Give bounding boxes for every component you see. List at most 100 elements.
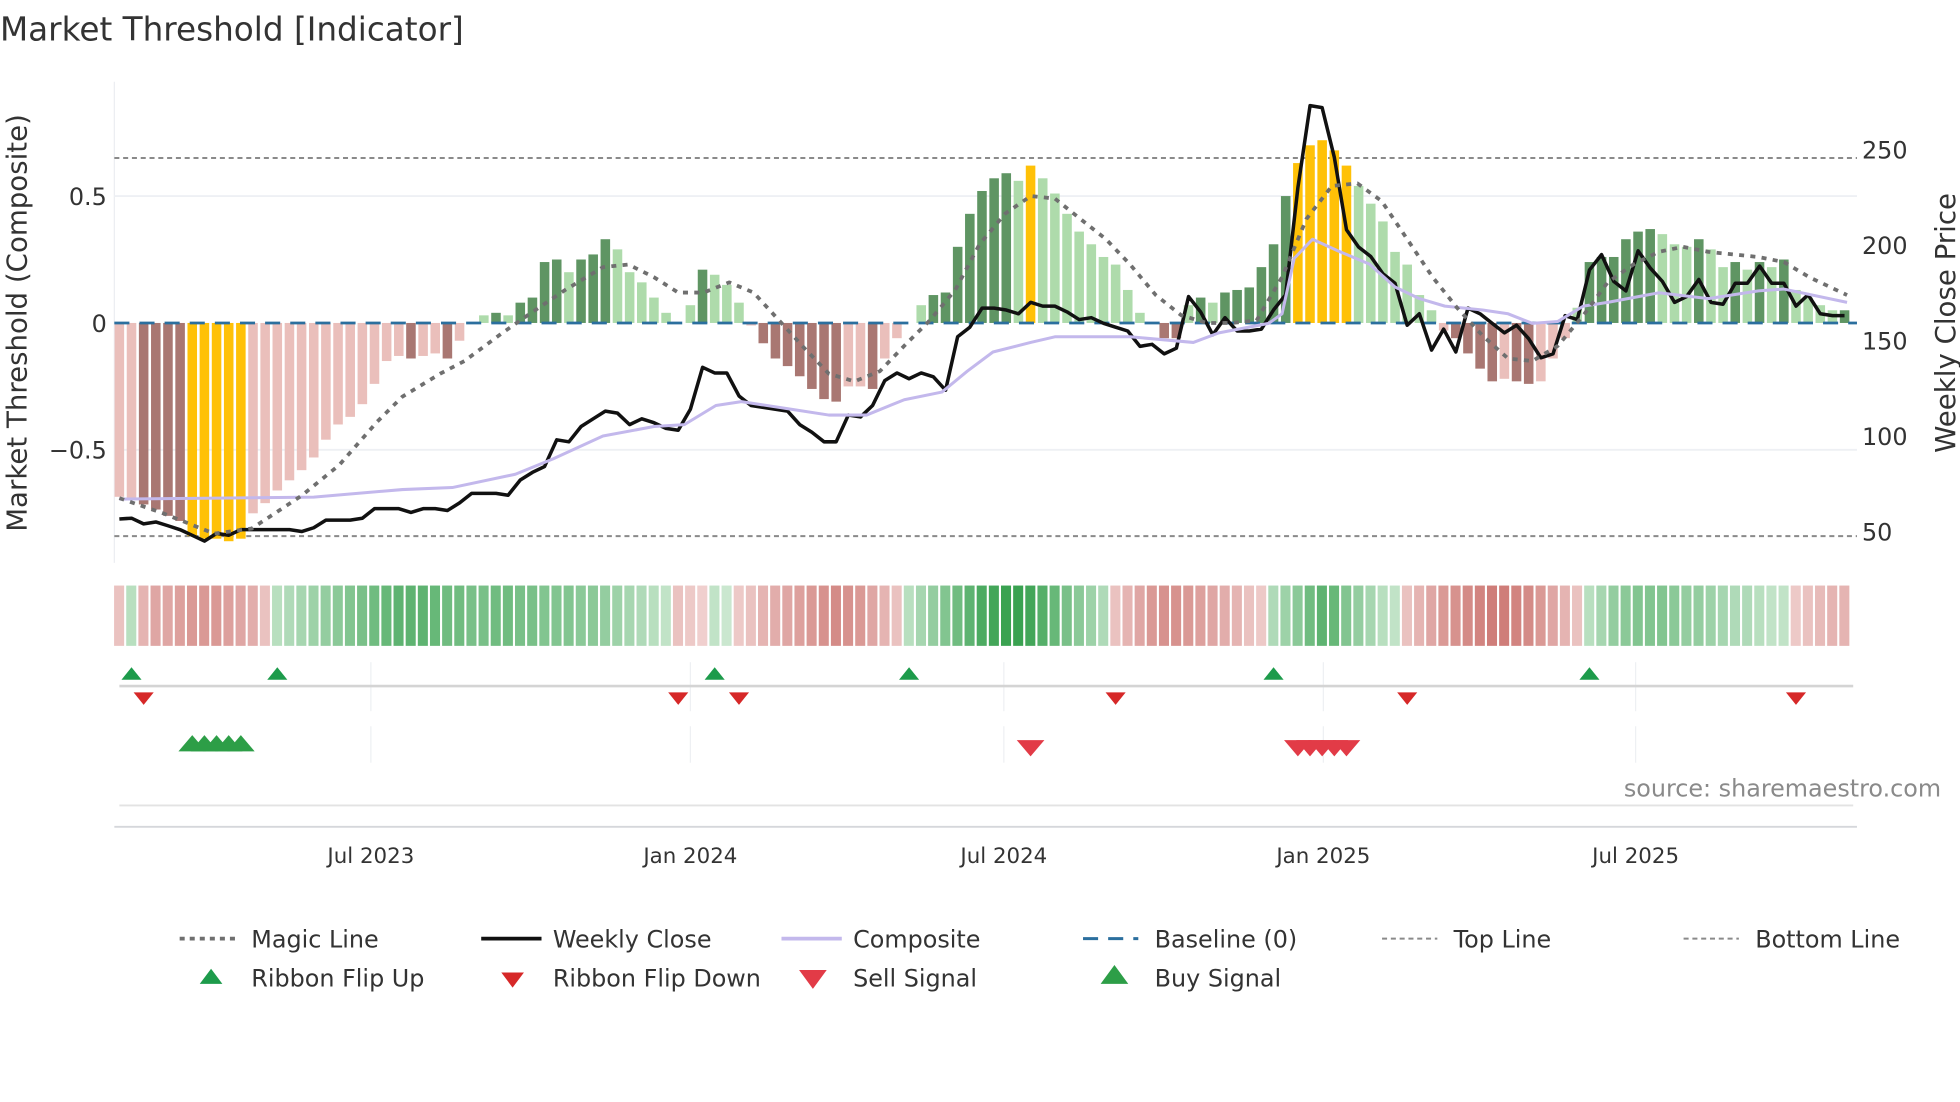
ribbon-cell bbox=[624, 585, 635, 646]
x-tick-label: Jan 2025 bbox=[1274, 844, 1370, 869]
composite-bar bbox=[454, 322, 465, 341]
composite-bar bbox=[418, 322, 428, 356]
right-tick-label: 100 bbox=[1862, 423, 1908, 451]
ribbon-cell bbox=[1596, 585, 1607, 646]
ribbon-cell bbox=[1304, 585, 1315, 646]
ribbon-cell bbox=[1766, 585, 1777, 646]
ribbon-cell bbox=[1802, 585, 1813, 646]
composite-bar bbox=[1074, 231, 1084, 323]
ribbon-cell bbox=[1827, 585, 1838, 646]
ribbon-cell bbox=[843, 585, 854, 646]
ribbon-cell bbox=[1450, 585, 1461, 646]
composite-bar bbox=[406, 322, 416, 359]
legend-label: Sell Signal bbox=[853, 964, 977, 992]
composite-bar bbox=[260, 322, 270, 504]
composite-bar bbox=[661, 312, 671, 323]
composite-bar bbox=[1596, 256, 1607, 323]
ribbon-cell bbox=[1657, 585, 1668, 646]
x-tick-label: Jan 2024 bbox=[641, 844, 737, 869]
right-tick-label: 150 bbox=[1862, 327, 1908, 355]
composite-bar bbox=[223, 322, 234, 542]
ribbon-cell bbox=[733, 585, 744, 646]
ribbon-flip-up-marker bbox=[1579, 667, 1600, 680]
x-tick-label: Jul 2025 bbox=[1590, 844, 1679, 869]
composite-bar bbox=[1232, 289, 1242, 323]
composite-bar bbox=[1511, 322, 1522, 382]
composite-bar bbox=[442, 322, 453, 359]
composite-bar bbox=[369, 322, 380, 384]
ribbon-cell bbox=[818, 585, 829, 646]
ribbon-cell bbox=[1098, 585, 1109, 646]
ribbon-cell bbox=[672, 585, 684, 646]
composite-bar bbox=[734, 302, 744, 323]
ribbon-cell bbox=[381, 585, 392, 646]
composite-bar bbox=[126, 322, 137, 499]
ribbon-cell bbox=[685, 585, 696, 646]
composite-bar bbox=[1633, 231, 1643, 323]
ribbon-cell bbox=[174, 585, 185, 646]
ribbon-cell bbox=[879, 585, 890, 646]
ribbon-cell bbox=[1207, 585, 1218, 646]
composite-bar bbox=[114, 322, 125, 497]
ribbon-cell bbox=[1438, 585, 1449, 646]
right-tick-label: 250 bbox=[1862, 136, 1908, 164]
composite-bar bbox=[248, 322, 258, 514]
ribbon-cell bbox=[1073, 585, 1084, 646]
legend-label: Composite bbox=[853, 925, 980, 953]
left-axis-label: Market Threshold (Composite) bbox=[0, 114, 33, 532]
composite-bar bbox=[430, 322, 441, 354]
ribbon-cell bbox=[1559, 585, 1570, 646]
ribbon-cell bbox=[1122, 585, 1133, 646]
ribbon-cell bbox=[1717, 585, 1728, 646]
composite-bar bbox=[588, 254, 598, 323]
ribbon-cell bbox=[551, 585, 562, 646]
ribbon-cell bbox=[587, 585, 598, 646]
composite-bar bbox=[1681, 246, 1692, 323]
legend: Magic Line Weekly Close Composite Baseline … bbox=[179, 925, 1900, 992]
composite-bar bbox=[770, 322, 781, 359]
ribbon-strip bbox=[114, 585, 1850, 646]
composite-bar bbox=[880, 322, 890, 359]
composite-bar bbox=[1353, 185, 1364, 323]
ribbon-cell bbox=[199, 585, 210, 646]
legend-label: Bottom Line bbox=[1755, 925, 1900, 953]
ribbon-cell bbox=[1584, 585, 1595, 646]
ribbon-cell bbox=[1547, 585, 1558, 646]
composite-bar bbox=[977, 190, 987, 323]
ribbon-cell bbox=[1025, 585, 1036, 646]
left-tick-label: 0 bbox=[92, 310, 107, 338]
ribbon-flip-down-marker bbox=[1105, 692, 1126, 705]
ribbon-cell bbox=[600, 585, 611, 646]
ribbon-cell bbox=[940, 585, 951, 646]
composite-bar bbox=[916, 305, 926, 323]
legend-item-top: Top Line bbox=[1382, 925, 1551, 953]
ribbon-cell bbox=[1462, 585, 1473, 646]
ribbon-flip-down-marker bbox=[668, 692, 689, 705]
composite-bar bbox=[1256, 267, 1267, 323]
composite-bar bbox=[1426, 310, 1437, 323]
ribbon-cell bbox=[1268, 585, 1279, 646]
composite-bar bbox=[515, 302, 526, 323]
ribbon-flip-up-marker bbox=[121, 667, 142, 680]
chart-title: Market Threshold [Indicator] bbox=[0, 10, 464, 48]
ribbon-cell bbox=[1705, 585, 1716, 646]
composite-bar bbox=[1086, 244, 1097, 323]
legend-item-flipdown: Ribbon Flip Down bbox=[501, 964, 761, 992]
composite-bar bbox=[175, 322, 185, 521]
ribbon-cell bbox=[393, 585, 404, 646]
ribbon-cell bbox=[1474, 585, 1485, 646]
ribbon-cell bbox=[988, 585, 999, 646]
ribbon-cell bbox=[502, 585, 513, 646]
ribbon-cell bbox=[891, 585, 902, 646]
ribbon-cell bbox=[320, 585, 331, 646]
ribbon-cell bbox=[1377, 585, 1388, 646]
ribbon-cell bbox=[1146, 585, 1157, 646]
ribbon-cell bbox=[344, 585, 355, 646]
ribbon-cell bbox=[478, 585, 489, 646]
ribbon-cell bbox=[332, 585, 343, 646]
ribbon-cell bbox=[1790, 585, 1801, 646]
composite-bar bbox=[697, 269, 708, 323]
x-tick-label: Jul 2024 bbox=[958, 844, 1047, 869]
composite-bar bbox=[296, 322, 307, 471]
composite-bar bbox=[1013, 180, 1024, 323]
